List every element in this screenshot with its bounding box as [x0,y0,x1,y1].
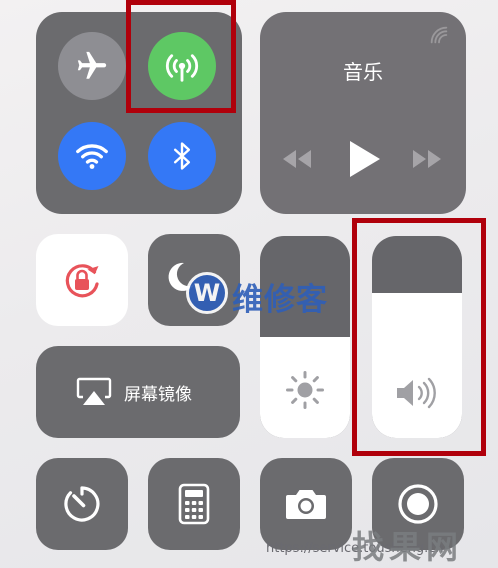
fast-forward-icon[interactable] [410,148,444,170]
camera-button[interactable] [260,458,352,550]
sun-icon [286,371,324,409]
wifi-button[interactable] [58,122,126,190]
speaker-icon [397,377,436,409]
watermark-logo: W [186,272,228,314]
volume-slider[interactable] [372,236,462,438]
play-icon[interactable] [346,139,382,179]
airplay-audio-icon[interactable] [428,24,450,46]
cellular-antenna-icon [165,54,199,82]
timer-button[interactable] [36,458,128,550]
music-panel[interactable]: 音乐 [260,12,466,214]
rewind-icon[interactable] [280,148,314,170]
screen-mirroring-icon [76,377,112,405]
bluetooth-icon [173,142,191,170]
airplane-mode-button[interactable] [58,32,126,100]
watermark-brand: 维修客 [232,282,328,318]
wifi-icon [76,144,108,169]
rotation-lock-button[interactable] [36,234,128,326]
connectivity-panel [36,12,242,214]
screen-record-icon [398,484,438,524]
watermark-logo-letter: W [193,279,221,307]
music-title: 音乐 [343,60,383,84]
rotation-lock-icon [65,264,99,298]
calculator-button[interactable] [148,458,240,550]
watermark-footer-brand: 找果网 [352,528,464,566]
brightness-slider[interactable] [260,236,350,438]
camera-icon [286,490,326,519]
bluetooth-button[interactable] [148,122,216,190]
timer-icon [64,486,100,522]
volume-fill [372,292,462,438]
screen-mirroring-button[interactable]: 屏幕镜像 [36,346,240,438]
screen-mirroring-label: 屏幕镜像 [124,384,192,405]
airplane-icon [77,51,107,79]
calculator-icon [178,483,210,525]
cellular-data-button[interactable] [148,32,216,100]
